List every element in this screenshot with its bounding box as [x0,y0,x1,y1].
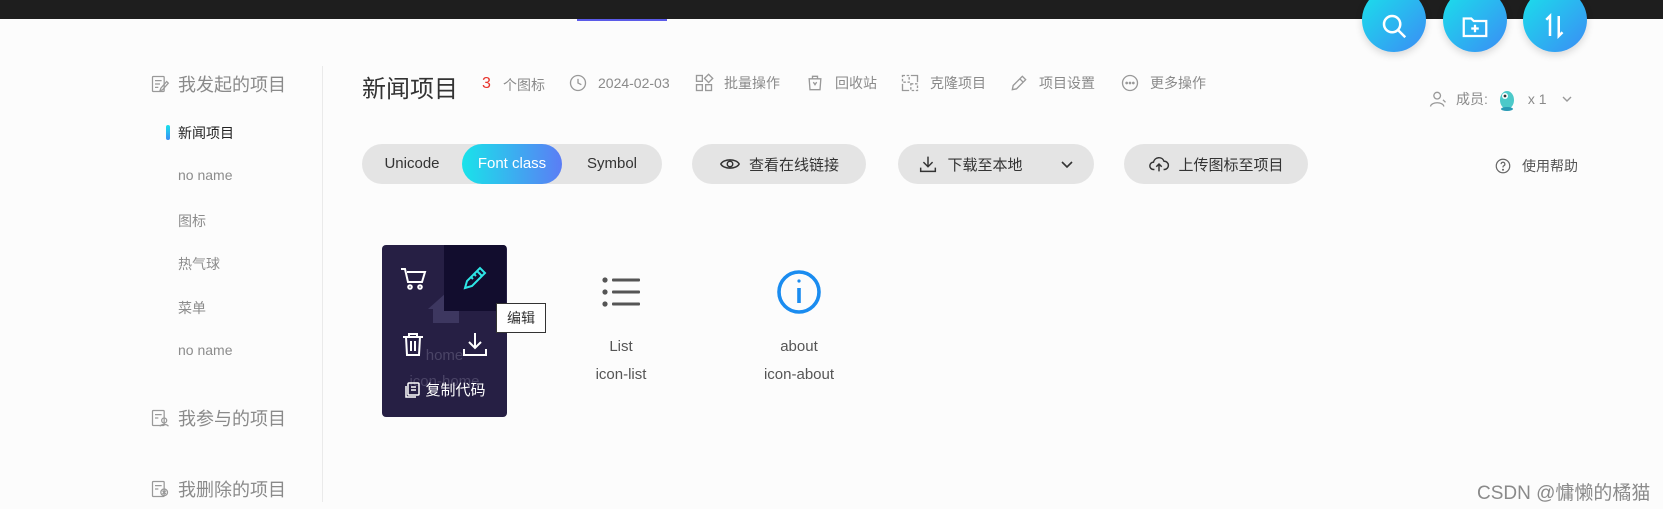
clone-project-label: 克隆项目 [930,75,986,91]
watermark: CSDN @慵懒的橘猫 [1477,483,1651,504]
upload-icons-button[interactable]: 上传图标至项目 [1124,144,1308,184]
sort-icon [1545,12,1564,40]
chevron-down-icon [1562,96,1572,102]
recycle-bin-label: 回收站 [835,75,877,91]
mode-unicode-tab[interactable]: Unicode [362,144,462,184]
sidebar-divider [322,66,323,502]
edit-doc-icon [151,75,170,93]
sidebar-item-project[interactable]: 新闻项目 [178,123,234,143]
members-count: x 1 [1527,91,1547,107]
cloud-upload-icon [1149,156,1170,172]
view-online-link-label: 查看在线链接 [748,156,839,174]
more-operations-label: 更多操作 [1150,75,1206,91]
sidebar-item-project[interactable]: 菜单 [178,298,206,318]
copy-code-button[interactable]: 复制代码 [382,379,507,400]
edit-tooltip: 编辑 [496,303,546,333]
icon-count-label: 个图标 [503,77,545,93]
joined-projects-heading[interactable]: 我参与的项目 [150,405,286,431]
upload-icons-label: 上传图标至项目 [1178,156,1284,174]
add-to-cart-button[interactable] [382,245,444,311]
created-date-text: 2024-02-03 [598,75,670,91]
icon-name: List [609,338,633,355]
grid-icon [695,73,714,92]
created-date: 2024-02-03 [568,73,670,93]
download-local-button[interactable]: 下载至本地 [898,144,1094,184]
search-icon [1382,14,1407,39]
batch-operations-label: 批量操作 [724,75,780,91]
pencil-icon [463,266,487,290]
recycle-bin-icon [808,75,822,91]
page-title: 新闻项目 [362,76,458,103]
edit-icon-button[interactable] [444,245,506,311]
eye-icon [719,159,740,169]
project-sidebar: 我发起的项目 新闻项目 no name 图标 热气球 菜单 no name 我参… [0,0,322,509]
icon-card-hovered[interactable]: home icon-home 复制代码 [382,245,507,417]
folder-add-icon [1462,17,1488,38]
recycle-bin-button[interactable]: 回收站 [805,73,877,93]
project-settings-button[interactable]: 项目设置 [1009,73,1095,93]
clone-project-button[interactable]: 克隆项目 [900,73,986,93]
avatar [1499,91,1514,111]
deleted-projects-heading[interactable]: 我删除的项目 [150,476,286,502]
mode-symbol-tab[interactable]: Symbol [562,144,662,184]
clock-icon [569,74,587,92]
pencil-icon [1011,75,1027,91]
view-online-link-button[interactable]: 查看在线链接 [692,144,866,184]
more-icon [1121,74,1139,92]
active-project-indicator [166,125,170,140]
info-icon [777,270,821,314]
user-doc-icon [151,409,169,427]
sidebar-item-project[interactable]: no name [178,342,232,358]
search-fab-button[interactable] [1362,0,1426,52]
help-link[interactable]: 使用帮助 [1494,156,1578,176]
list-icon [602,277,640,307]
chevron-down-icon[interactable] [1059,156,1075,172]
icon-name: about [780,338,818,355]
sidebar-item-project[interactable]: 热气球 [178,254,220,274]
batch-operations-button[interactable]: 批量操作 [694,73,780,93]
icon-class: icon-list [595,366,647,383]
top-nav-active-indicator [577,19,667,21]
help-label: 使用帮助 [1522,158,1578,174]
icon-count: 3 [482,75,491,92]
code-mode-selector: Unicode Font class Symbol [362,144,662,184]
my-projects-label: 我发起的项目 [178,75,286,95]
my-projects-heading[interactable]: 我发起的项目 [150,71,286,97]
trash-icon [403,333,423,356]
joined-projects-label: 我参与的项目 [178,409,286,429]
more-operations-button[interactable]: 更多操作 [1120,73,1206,93]
icon-card[interactable]: about icon-about [739,248,859,418]
deleted-doc-icon [151,480,169,498]
sort-fab-button[interactable] [1523,0,1587,52]
project-settings-label: 项目设置 [1039,75,1095,91]
clone-icon [901,74,919,92]
deleted-projects-label: 我删除的项目 [178,480,286,500]
members-dropdown[interactable]: 成员: x 1 [1428,86,1573,112]
copy-code-label: 复制代码 [425,382,486,399]
delete-icon-button[interactable] [382,311,444,377]
icon-card[interactable]: List icon-list [561,248,681,418]
mode-font-class-tab[interactable]: Font class [462,144,562,184]
new-project-fab-button[interactable] [1443,0,1507,52]
sidebar-item-project[interactable]: no name [178,167,232,183]
download-local-label: 下载至本地 [947,156,1023,174]
icon-class: icon-about [763,366,835,383]
copy-icon [405,381,421,398]
download-icon [463,333,487,356]
user-icon [1429,91,1446,107]
download-icon [920,156,937,173]
help-icon [1495,158,1511,174]
sidebar-item-project[interactable]: 图标 [178,211,206,231]
members-label: 成员: [1456,91,1488,107]
cart-icon [401,268,427,290]
